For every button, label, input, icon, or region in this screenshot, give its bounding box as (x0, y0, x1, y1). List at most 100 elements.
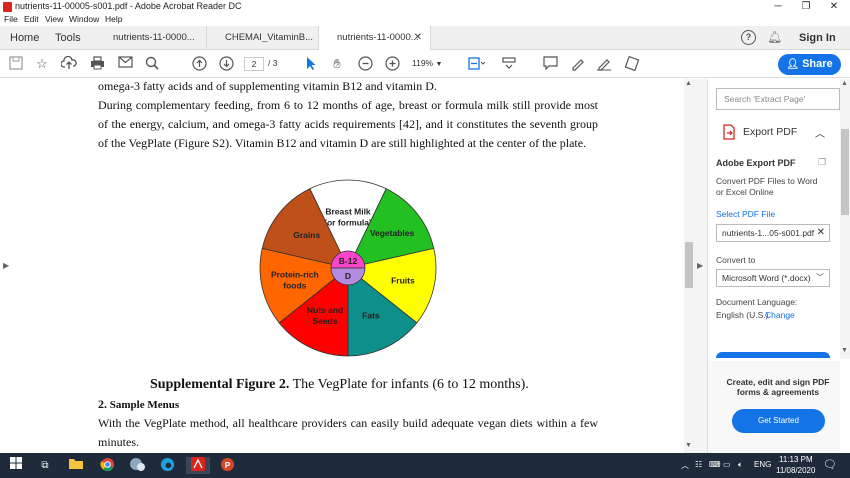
document-viewport[interactable]: omega-3 fatty acids and of supplementing… (14, 79, 684, 453)
scroll-down-arrow-icon[interactable]: ▼ (685, 442, 692, 449)
task-view-icon[interactable]: ⧉ (36, 457, 54, 474)
panel-scroll-down-icon[interactable]: ▼ (841, 347, 848, 354)
messaging-icon[interactable] (128, 457, 146, 474)
save-icon[interactable] (8, 56, 24, 72)
doc-tab-3-active[interactable]: nutrients-11-0000... ✕ (319, 26, 431, 51)
file-explorer-icon[interactable] (67, 457, 85, 474)
menu-view[interactable]: View (45, 14, 63, 24)
section-number: 2. (98, 397, 107, 411)
plate-segment-label: Fats (362, 311, 380, 321)
minimize-button[interactable]: ─ (764, 0, 792, 14)
tab-bar: Home Tools nutrients-11-0000... CHEMAI_V… (0, 26, 850, 51)
input-language[interactable]: ENG (754, 460, 771, 469)
print-icon[interactable] (89, 56, 105, 72)
figure-caption: Supplemental Figure 2. The VegPlate for … (150, 375, 610, 394)
powerpoint-icon[interactable]: P (218, 457, 236, 474)
doc-tab-label: nutrients-11-0000... (113, 32, 195, 43)
chevron-down-icon: ﹀ (816, 273, 824, 282)
toolbar: ☆ 2 / 3 ✋︎ 119% ▼ 👤︎ Share (0, 50, 850, 78)
search-icon[interactable] (144, 56, 160, 72)
zoom-in-icon[interactable] (384, 56, 400, 72)
comment-icon[interactable] (542, 56, 558, 72)
chrome-icon[interactable] (98, 457, 116, 474)
export-description: Convert PDF Files to Word or Excel Onlin… (716, 176, 818, 197)
document-scroll-thumb[interactable] (685, 242, 693, 288)
battery-icon[interactable]: ▭ (723, 460, 731, 469)
window-title: nutrients-11-00005-s001.pdf - Adobe Acro… (15, 1, 242, 11)
network-icon[interactable]: ☷ (695, 460, 702, 469)
copy-icon[interactable]: ❐ (818, 157, 826, 168)
panel-scroll-up-icon[interactable]: ▲ (841, 80, 848, 87)
notifications-bell-icon[interactable]: 🔔︎ (767, 30, 782, 44)
bookmark-star-icon[interactable]: ☆ (34, 56, 50, 72)
menu-help[interactable]: Help (105, 14, 122, 24)
doc-language-label: Document Language: (716, 297, 798, 307)
promo-area: Create, edit and sign PDF forms & agreem… (708, 361, 840, 453)
selected-file-name: nutrients-1...05-s001.pdf (722, 228, 815, 238)
doc-tab-1[interactable]: nutrients-11-0000... (95, 26, 207, 50)
edge-icon[interactable] (158, 457, 176, 474)
vegplate-figure: Breast Milk (or formula)Vegetables Fruits F… (259, 179, 437, 357)
more-tools-icon[interactable] (624, 55, 640, 72)
upload-cloud-icon[interactable] (60, 55, 77, 72)
fit-page-icon[interactable] (467, 56, 486, 72)
right-panel-collapse[interactable]: ▶ (694, 79, 708, 453)
adobe-export-heading: Adobe Export PDF (716, 158, 796, 168)
convert-to-label: Convert to (716, 255, 756, 265)
email-icon[interactable] (117, 56, 133, 72)
selected-file-field[interactable]: nutrients-1...05-s001.pdf ✕ (716, 224, 830, 242)
close-window-button[interactable]: ✕ (820, 0, 848, 14)
panel-scrollbar[interactable]: ▲ ▼ (840, 79, 850, 359)
format-value: Microsoft Word (*.docx) (722, 273, 811, 283)
change-language-link[interactable]: Change (765, 310, 795, 320)
scroll-up-arrow-icon[interactable]: ▲ (685, 80, 692, 87)
format-dropdown[interactable]: Microsoft Word (*.docx) ﹀ (716, 269, 830, 287)
volume-icon[interactable]: 🔈︎ (738, 460, 743, 470)
highlight-pen-icon[interactable] (569, 56, 585, 72)
section-heading: 2. Sample Menus (98, 395, 179, 415)
page-number-input[interactable]: 2 (244, 57, 264, 71)
svg-text:P: P (224, 460, 230, 470)
previous-page-icon[interactable] (191, 56, 207, 72)
windows-start-icon[interactable] (7, 457, 25, 474)
sign-icon[interactable] (596, 56, 612, 72)
clock-date[interactable]: 11/08/2020 (776, 466, 815, 475)
plate-center-d-label: D (345, 271, 351, 281)
show-hidden-icons[interactable]: ︿ (681, 460, 689, 471)
acrobat-taskbar-icon[interactable] (186, 457, 210, 474)
select-pdf-file-label: Select PDF File (716, 209, 776, 219)
scroll-mode-icon[interactable] (501, 56, 517, 72)
hand-tool-icon[interactable]: ✋︎ (329, 56, 345, 72)
menu-edit[interactable]: Edit (24, 14, 39, 24)
clock-time[interactable]: 11:13 PM (779, 455, 813, 464)
action-center-icon[interactable]: 🗨︎ (823, 458, 837, 471)
get-started-button[interactable]: Get Started (732, 409, 825, 433)
plate-center-b12-label: B-12 (339, 256, 358, 266)
page-count: / 3 (268, 58, 278, 68)
doc-tab-2[interactable]: CHEMAI_VitaminB... (207, 26, 319, 50)
remove-file-icon[interactable]: ✕ (817, 225, 825, 241)
help-icon[interactable]: ? (741, 30, 756, 45)
zoom-level-select[interactable]: 119% ▼ (412, 58, 442, 68)
zoom-out-icon[interactable] (357, 56, 373, 72)
left-panel-toggle[interactable]: ▶ (0, 79, 14, 453)
menu-file[interactable]: File (4, 14, 18, 24)
tools-search-input[interactable]: Search 'Extract Page' (716, 88, 840, 110)
doc-tab-label: nutrients-11-0000... (337, 32, 419, 43)
next-page-icon[interactable] (218, 56, 234, 72)
collapse-chevron-icon[interactable]: ︿ (815, 125, 825, 140)
close-tab-icon[interactable]: ✕ (414, 26, 422, 50)
convert-button-partial[interactable] (716, 352, 830, 358)
sign-in-link[interactable]: Sign In (799, 32, 836, 44)
home-nav[interactable]: Home (10, 32, 39, 44)
tools-nav[interactable]: Tools (55, 32, 81, 44)
select-cursor-icon[interactable] (303, 56, 319, 72)
share-button[interactable]: 👤︎ Share (778, 54, 841, 75)
maximize-button[interactable]: ❐ (792, 0, 820, 14)
figure-caption-text: The VegPlate for infants (6 to 12 months… (289, 377, 529, 392)
panel-scroll-thumb[interactable] (841, 129, 849, 215)
keyboard-icon[interactable]: ⌨ (709, 460, 721, 469)
menu-window[interactable]: Window (69, 14, 99, 24)
document-scrollbar[interactable]: ▲ ▼ (684, 79, 694, 453)
share-label: Share (802, 58, 833, 70)
